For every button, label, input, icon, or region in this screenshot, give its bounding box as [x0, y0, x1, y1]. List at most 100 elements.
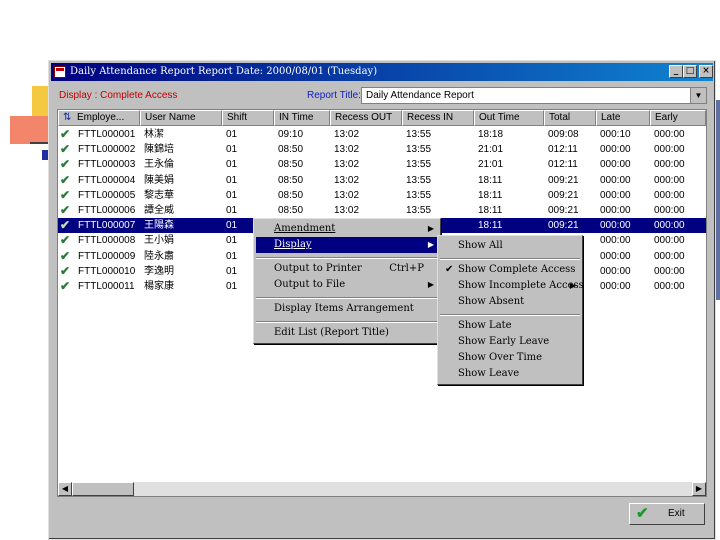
scroll-right-icon[interactable]: ▶ — [692, 482, 706, 496]
submenu-arrow-icon: ▶ — [569, 281, 576, 290]
scroll-left-icon[interactable]: ◀ — [58, 482, 72, 496]
column-header[interactable]: Recess IN — [402, 110, 474, 126]
table-cell: 13:55 — [406, 159, 432, 171]
scroll-thumb[interactable] — [72, 482, 134, 496]
column-header[interactable]: Out Time — [474, 110, 544, 126]
report-title-combo[interactable]: Daily Attendance Report ▼ — [361, 87, 707, 104]
submenu-item-show-absent[interactable]: Show Absent — [440, 294, 580, 310]
context-menu: Amendment ▶ Display ▶ Output to Printer Ctr… — [253, 218, 441, 344]
table-cell: 13:02 — [334, 205, 360, 216]
shortcut-label: Ctrl+P — [389, 263, 424, 274]
submenu-item-show-all[interactable]: Show All — [440, 238, 580, 254]
table-cell: 18:11 — [478, 174, 503, 186]
menu-item-output-printer[interactable]: Output to Printer Ctrl+P — [256, 261, 438, 277]
menu-item-label: Show Late — [458, 320, 512, 331]
submenu-item-show-incomplete[interactable]: Show Incomplete Access ▶ — [440, 278, 584, 294]
submenu-item-show-complete[interactable]: ✔ Show Complete Access — [440, 262, 580, 278]
table-cell: 13:55 — [406, 205, 432, 216]
menu-item-output-file[interactable]: Output to File ▶ — [256, 277, 438, 293]
checkmark-icon: ✔ — [60, 127, 71, 141]
column-header[interactable]: Total — [544, 110, 596, 126]
menu-item-display[interactable]: Display ▶ — [256, 237, 438, 253]
table-cell: FTTL000010 — [78, 265, 136, 277]
table-cell: 009:08 — [548, 129, 579, 140]
table-cell: 01 — [226, 189, 238, 201]
table-row[interactable]: ✔ FTTL000001 林潔 01 09:10 13:02 13:55 18:18 009:0… — [58, 127, 706, 142]
table-cell: 000:00 — [600, 174, 631, 186]
table-row[interactable]: ✔ FTTL000005 黎志華 01 08:50 13:02 13:55 18:11 009:… — [58, 188, 706, 203]
menu-item-label: Display — [274, 239, 312, 250]
table-cell: 楊家康 — [144, 281, 174, 292]
table-cell: 21:01 — [478, 159, 504, 171]
submenu-item-show-leave[interactable]: Show Leave — [440, 366, 580, 382]
menu-separator — [256, 297, 438, 299]
column-header[interactable]: ⇅ Employe... — [58, 110, 140, 126]
table-cell: 李逸明 — [144, 265, 174, 277]
table-cell: 18:18 — [478, 129, 504, 140]
table-row[interactable]: ✔ FTTL000003 王永倫 01 08:50 13:02 13:55 21:01 012:… — [58, 157, 706, 172]
submenu-item-show-early-leave[interactable]: Show Early Leave — [440, 334, 580, 350]
app-icon[interactable] — [54, 66, 66, 78]
exit-button[interactable]: ✔ Exit — [629, 503, 705, 525]
table-cell: 08:50 — [278, 189, 304, 201]
column-header-label: Shift — [227, 112, 248, 123]
table-cell: 000:00 — [600, 189, 631, 201]
table-cell: 000:00 — [654, 220, 685, 232]
table-cell: 王永倫 — [144, 159, 174, 171]
menu-item-amendment[interactable]: Amendment ▶ — [256, 221, 438, 237]
column-header[interactable]: User Name — [140, 110, 222, 126]
column-header-label: Recess IN — [407, 112, 454, 123]
menu-item-edit-list[interactable]: Edit List (Report Title) — [256, 325, 438, 341]
filter-bar: Display : Complete Access Report Title: … — [53, 85, 711, 107]
table-row[interactable]: ✔ FTTL000002 陳錦培 01 08:50 13:02 13:55 21:01 012:… — [58, 142, 706, 157]
menu-item-display-items[interactable]: Display Items Arrangement — [256, 301, 438, 317]
menu-item-label: Show Leave — [458, 368, 520, 379]
table-cell: 000:00 — [600, 220, 631, 232]
table-cell: 01 — [226, 144, 238, 156]
column-header[interactable]: IN Time — [274, 110, 330, 126]
submenu-item-show-over-time[interactable]: Show Over Time — [440, 350, 580, 366]
checkmark-icon: ✔ — [60, 279, 71, 293]
checkmark-icon: ✔ — [60, 142, 71, 157]
table-cell: 01 — [226, 129, 238, 140]
column-header-label: Early — [655, 112, 678, 123]
horizontal-scrollbar[interactable]: ◀ ▶ — [58, 482, 706, 496]
table-cell: 01 — [226, 174, 238, 186]
table-cell: 13:55 — [406, 189, 432, 201]
table-cell: FTTL000003 — [78, 159, 136, 171]
table-row[interactable]: ✔ FTTL000004 陳美娟 01 08:50 13:02 13:55 18:11 009:… — [58, 173, 706, 188]
report-title-label: Report Title: — [307, 90, 361, 101]
column-header[interactable]: Late — [596, 110, 650, 126]
table-cell: 000:00 — [600, 281, 631, 292]
table-cell: 08:50 — [278, 144, 304, 156]
maximize-button[interactable]: □ — [683, 65, 697, 78]
table-cell: 000:00 — [654, 205, 685, 216]
menu-item-label: Show Absent — [458, 296, 525, 307]
table-cell: 000:00 — [600, 250, 631, 262]
checkmark-icon: ✔ — [445, 264, 454, 275]
column-header[interactable]: Recess OUT — [330, 110, 402, 126]
table-cell: FTTL000009 — [78, 250, 136, 262]
column-header[interactable]: Shift — [222, 110, 274, 126]
table-cell: 13:02 — [334, 189, 360, 201]
menu-item-label: Show All — [458, 240, 503, 251]
menu-item-label: Show Complete Access — [458, 264, 576, 275]
close-button[interactable]: × — [699, 65, 713, 78]
checkmark-icon: ✔ — [60, 233, 71, 248]
table-cell: 21:01 — [478, 144, 504, 156]
table-row[interactable]: ✔ FTTL000006 譚全威 01 08:50 13:02 13:55 18:11 009:… — [58, 203, 706, 218]
table-cell: 012:11 — [548, 144, 578, 156]
column-header[interactable]: Early — [650, 110, 706, 126]
table-cell: 13:02 — [334, 174, 360, 186]
submenu-item-show-late[interactable]: Show Late — [440, 318, 580, 334]
table-cell: 08:50 — [278, 159, 304, 171]
minimize-button[interactable]: _ — [669, 65, 683, 78]
table-cell: 陳錦培 — [144, 144, 174, 156]
table-cell: 08:50 — [278, 205, 304, 216]
title-bar[interactable]: Daily Attendance Report Report Date: 200… — [51, 63, 713, 81]
table-cell: 18:11 — [478, 189, 503, 201]
table-cell: 009:21 — [548, 189, 579, 201]
table-cell: 000:00 — [600, 235, 631, 247]
table-cell: 13:02 — [334, 159, 360, 171]
chevron-down-icon[interactable]: ▼ — [690, 88, 706, 103]
